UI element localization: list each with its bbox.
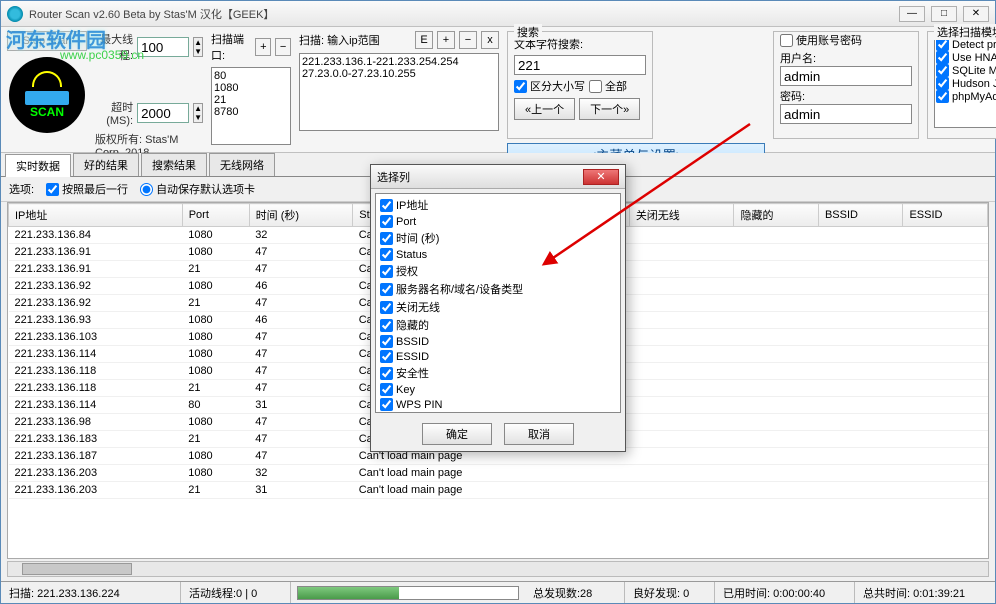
- tab-0[interactable]: 实时数据: [5, 154, 71, 177]
- column-checkbox[interactable]: 局域网IP地址: [378, 412, 618, 413]
- options-label: 选项:: [9, 181, 34, 197]
- column-header[interactable]: BSSID: [818, 204, 903, 227]
- column-checkbox[interactable]: 服务器名称/域名/设备类型: [378, 280, 618, 298]
- timeout-input[interactable]: [137, 103, 189, 123]
- column-checkbox[interactable]: 隐藏的: [378, 316, 618, 334]
- column-checkbox[interactable]: 安全性: [378, 364, 618, 382]
- status-good: 良好发现: 0: [625, 582, 715, 603]
- column-checkbox[interactable]: Status: [378, 247, 618, 262]
- all-checkbox[interactable]: 全部: [589, 78, 627, 94]
- status-found: 总发现数:28: [525, 582, 625, 603]
- column-checkbox[interactable]: WPS PIN: [378, 397, 618, 412]
- dialog-close-button[interactable]: ✕: [583, 169, 619, 185]
- column-header[interactable]: 时间 (秒): [249, 204, 353, 227]
- max-threads-label: 最大线程:: [95, 31, 133, 63]
- window-title: Router Scan v2.60 Beta by Stas'M 汉化【GEEK…: [29, 6, 899, 22]
- table-row[interactable]: 221.233.136.2032131Can't load main page: [9, 482, 988, 499]
- module-checkbox[interactable]: Hudson Java Servlet: [936, 77, 996, 90]
- user-label: 用户名:: [780, 50, 912, 66]
- ranges-label: 扫描: 输入ip范围: [299, 32, 380, 48]
- tab-2[interactable]: 搜索结果: [141, 153, 207, 176]
- tab-3[interactable]: 无线网络: [209, 153, 275, 176]
- status-scan: 扫描: 221.233.136.224: [1, 582, 181, 603]
- column-checkbox[interactable]: 授权: [378, 262, 618, 280]
- ports-remove-button[interactable]: −: [275, 38, 291, 56]
- modules-group-title: 选择扫描模块: [934, 24, 996, 40]
- close-button[interactable]: ✕: [963, 6, 989, 22]
- column-header[interactable]: IP地址: [9, 204, 183, 227]
- dialog-cancel-button[interactable]: 取消: [504, 423, 574, 445]
- status-elapsed: 已用时间: 0:00:00:40: [715, 582, 855, 603]
- ports-list[interactable]: 801080218780: [211, 67, 291, 145]
- ports-label: 扫描端口:: [211, 31, 251, 63]
- pass-label: 密码:: [780, 88, 912, 104]
- column-checkbox[interactable]: 关闭无线: [378, 298, 618, 316]
- module-checkbox[interactable]: phpMyAdmin RCE: [936, 90, 996, 103]
- column-checkbox[interactable]: Key: [378, 382, 618, 397]
- tab-1[interactable]: 好的结果: [73, 153, 139, 176]
- progress-bar: [297, 586, 519, 600]
- app-icon: [7, 6, 23, 22]
- module-checkbox[interactable]: SQLite Manager RCE: [936, 64, 996, 77]
- case-checkbox[interactable]: 区分大小写: [514, 78, 585, 94]
- search-group-title: 搜索: [514, 24, 542, 40]
- stop-scan-button[interactable]: Stop scan: [7, 31, 87, 51]
- threads-spinner[interactable]: ▲▼: [193, 37, 203, 57]
- column-header[interactable]: Port: [182, 204, 249, 227]
- column-checkbox[interactable]: 时间 (秒): [378, 229, 618, 247]
- column-header[interactable]: ESSID: [903, 204, 988, 227]
- search-prev-button[interactable]: «上一个: [514, 98, 575, 120]
- module-checkbox[interactable]: Use HNAP 1.0: [936, 51, 996, 64]
- column-checkbox[interactable]: IP地址: [378, 196, 618, 214]
- column-checkbox[interactable]: Port: [378, 214, 618, 229]
- user-input[interactable]: [780, 66, 912, 86]
- scan-logo: SCAN: [9, 57, 85, 133]
- status-total: 总共时间: 0:01:39:21: [855, 582, 995, 603]
- search-next-button[interactable]: 下一个»: [579, 98, 640, 120]
- horizontal-scrollbar[interactable]: [7, 561, 989, 577]
- ranges-list[interactable]: 221.233.136.1-221.233.254.25427.23.0.0-2…: [299, 53, 499, 131]
- max-threads-input[interactable]: [137, 37, 189, 57]
- timeout-label: 超时 (MS):: [95, 99, 133, 127]
- status-bar: 扫描: 221.233.136.224 活动线程:0 | 0 总发现数:28 良…: [1, 581, 995, 603]
- timeout-spinner[interactable]: ▲▼: [193, 103, 203, 123]
- use-auth-checkbox[interactable]: 使用账号密码: [780, 32, 912, 48]
- table-row[interactable]: 221.233.136.203108032Can't load main pag…: [9, 465, 988, 482]
- follow-last-checkbox[interactable]: 按照最后一行: [46, 181, 128, 197]
- column-header[interactable]: 关闭无线: [629, 204, 734, 227]
- search-input[interactable]: [514, 55, 646, 75]
- ranges-remove-button[interactable]: −: [459, 31, 477, 49]
- minimize-button[interactable]: —: [899, 6, 925, 22]
- titlebar: Router Scan v2.60 Beta by Stas'M 汉化【GEEK…: [1, 1, 995, 27]
- pass-input[interactable]: [780, 104, 912, 124]
- ports-add-button[interactable]: +: [255, 38, 271, 56]
- column-header[interactable]: 隐藏的: [734, 204, 818, 227]
- ranges-add-button[interactable]: +: [437, 31, 455, 49]
- select-columns-dialog: 选择列 ✕ IP地址 Port 时间 (秒) Status 授权 服务器名称/域…: [370, 164, 626, 452]
- ranges-edit-button[interactable]: E: [415, 31, 433, 49]
- dialog-ok-button[interactable]: 确定: [422, 423, 492, 445]
- column-checkbox[interactable]: ESSID: [378, 349, 618, 364]
- maximize-button[interactable]: □: [931, 6, 957, 22]
- status-threads: 活动线程:0 | 0: [181, 582, 291, 603]
- ranges-clear-button[interactable]: x: [481, 31, 499, 49]
- autosave-radio[interactable]: 自动保存默认选项卡: [140, 181, 255, 197]
- dialog-title: 选择列: [377, 169, 583, 185]
- column-checkbox[interactable]: BSSID: [378, 334, 618, 349]
